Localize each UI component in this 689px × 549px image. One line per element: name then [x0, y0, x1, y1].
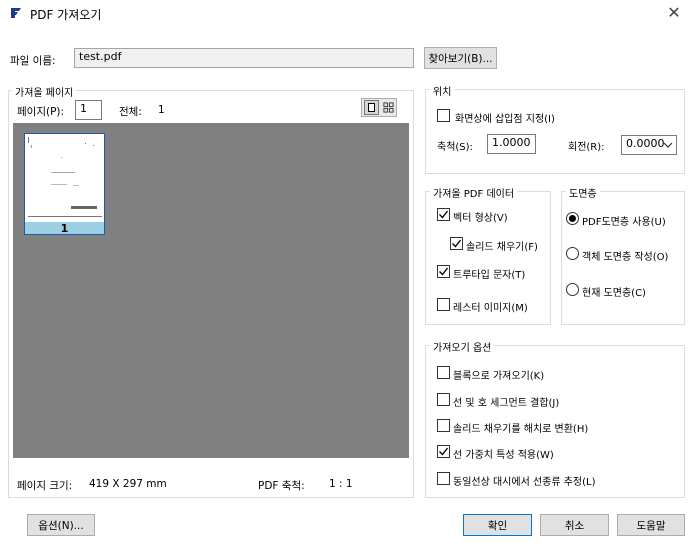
apply-lineweight-label: 선 가중치 특성 적용(W) [453, 450, 554, 461]
specify-on-screen-label: 화면상에 삽입점 지정(I) [455, 114, 555, 125]
vector-label: 벡터 형상(V) [453, 213, 508, 224]
apply-lineweight-checkbox[interactable] [437, 445, 450, 458]
check-icon [439, 447, 449, 456]
total-value: 1 [158, 104, 165, 116]
layer-option-object-radio[interactable] [566, 247, 579, 260]
layers-group-title: 도면층 [566, 185, 600, 200]
pdf-scale-label: PDF 축척: [258, 480, 305, 492]
page-thumbnail-drawing [25, 134, 104, 222]
raster-checkbox[interactable] [437, 298, 450, 311]
cancel-button[interactable]: 취소 [540, 514, 609, 536]
thumbnail-page-number: 1 [25, 222, 104, 235]
page-thumbnail[interactable]: 1 [24, 133, 105, 235]
solid-fill-label: 솔리드 채우기(F) [466, 242, 538, 253]
options-button[interactable]: 옵션(N)... [27, 514, 95, 536]
grid-view-icon[interactable] [381, 100, 396, 115]
scale-label: 축척(S): [437, 142, 473, 153]
chevron-down-icon[interactable] [663, 140, 673, 150]
single-page-view-icon[interactable] [364, 100, 379, 115]
pdf-data-group-title: 가져올 PDF 데이터 [430, 185, 518, 200]
app-logo-icon [9, 6, 23, 20]
file-name-label: 파일 이름: [10, 55, 56, 67]
infer-linetype-checkbox[interactable] [437, 472, 450, 485]
import-options-group-title: 가져오기 옵션 [430, 339, 495, 354]
layer-option-pdf-radio[interactable] [566, 212, 579, 225]
page-number-input[interactable]: 1 [75, 100, 102, 120]
rotation-value: 0.0000 [626, 137, 665, 150]
position-group-title: 위치 [430, 83, 455, 98]
layer-option-current-label: 현재 도면층(C) [582, 288, 646, 299]
total-label: 전체: [119, 106, 142, 118]
scale-input[interactable]: 1.0000 [487, 134, 536, 154]
title-bar [0, 0, 689, 30]
pages-group-title: 가져올 페이지 [12, 84, 77, 99]
check-icon [439, 210, 449, 219]
ok-button[interactable]: 확인 [463, 514, 532, 536]
layer-option-pdf-label: PDF도면층 사용(U) [582, 217, 666, 228]
join-segments-checkbox[interactable] [437, 393, 450, 406]
page-size-label: 페이지 크기: [17, 480, 73, 492]
raster-label: 레스터 이미지(M) [453, 303, 528, 314]
specify-on-screen-checkbox[interactable] [437, 109, 450, 122]
browse-button[interactable]: 찾아보기(B)... [424, 47, 497, 69]
import-as-block-checkbox[interactable] [437, 366, 450, 379]
truetype-label: 트루타입 문자(T) [453, 270, 526, 281]
help-button[interactable]: 도움말 [617, 514, 685, 536]
fill-to-hatch-checkbox[interactable] [437, 419, 450, 432]
position-group [425, 89, 685, 174]
truetype-checkbox[interactable] [437, 265, 450, 278]
join-segments-label: 선 및 호 세그먼트 결합(J) [453, 398, 560, 409]
fill-to-hatch-label: 솔리드 채우기를 해치로 변환(H) [453, 424, 589, 435]
infer-linetype-label: 동일선상 대시에서 선종류 추정(L) [453, 477, 596, 488]
check-icon [439, 267, 449, 276]
file-name-field[interactable]: test.pdf [74, 48, 414, 68]
pdf-scale-value: 1 : 1 [329, 478, 353, 490]
page-label: 페이지(P): [17, 106, 65, 118]
page-size-value: 419 X 297 mm [89, 478, 167, 490]
check-icon [452, 239, 462, 248]
import-as-block-label: 블록으로 가져오기(K) [453, 371, 545, 382]
window-title: PDF 가져오기 [30, 8, 102, 22]
rotation-label: 회전(R): [568, 142, 605, 153]
vector-checkbox[interactable] [437, 208, 450, 221]
layer-option-object-label: 객체 도면층 작성(O) [582, 252, 669, 263]
close-icon[interactable]: ✕ [664, 3, 684, 23]
layer-option-current-radio[interactable] [566, 283, 579, 296]
solid-fill-checkbox[interactable] [450, 237, 463, 250]
